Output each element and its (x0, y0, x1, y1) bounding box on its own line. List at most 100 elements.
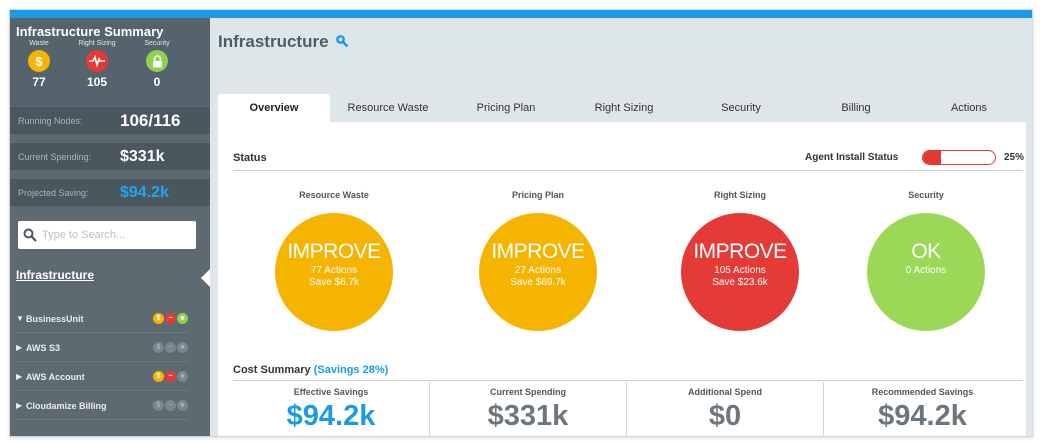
heartbeat-icon: ~ (165, 400, 176, 411)
gauge-actions: 77 Actions (310, 265, 358, 276)
cost-label: Recommended Savings (871, 387, 974, 397)
status-dots: $ ~ ■ (153, 371, 188, 382)
summary-right-sizing[interactable]: Right Sizing 105 (72, 39, 122, 89)
dollar-icon: $ (153, 400, 164, 411)
running-nodes-stat: Running Nodes: 106/116 (10, 107, 210, 134)
gauge-pricing-plan: Pricing Plan IMPROVE 27 Actions Save $69… (458, 190, 618, 331)
gauge-save: Save $69.7k (510, 277, 566, 288)
pricing-plan-bubble[interactable]: IMPROVE 27 Actions Save $69.7k (479, 213, 597, 331)
tree-item-label: AWS S3 (26, 342, 61, 353)
gauge-status: OK (911, 240, 941, 263)
gauge-save: Save $6.7k (308, 277, 360, 288)
heartbeat-icon (86, 50, 108, 72)
right-sizing-label: Right Sizing (78, 40, 116, 47)
gauge-resource-waste: Resource Waste IMPROVE 77 Actions Save $… (254, 190, 414, 331)
summary-security[interactable]: Security 0 (132, 39, 182, 89)
dollar-icon: $ (153, 313, 164, 324)
caret-down-icon[interactable]: ▼ (16, 314, 26, 323)
gauge-label: Resource Waste (299, 190, 369, 200)
running-nodes-value: 106/116 (120, 110, 181, 130)
tab-pricing-plan[interactable]: Pricing Plan (446, 94, 566, 122)
cost-label: Effective Savings (293, 387, 369, 397)
page-title-text: Infrastructure (218, 32, 329, 51)
search-icon (18, 228, 42, 242)
cost-current-spending: Current Spending $331k (430, 382, 627, 436)
tree-item-businessunit[interactable]: ▼ BusinessUnit $ ~ ■ (16, 305, 188, 333)
main-content: Infrastructure Overview Resource Waste P… (210, 18, 1032, 436)
divider (233, 170, 1023, 171)
cost-value: $331k (487, 400, 569, 432)
tab-bar: Overview Resource Waste Pricing Plan Rig… (218, 94, 1026, 122)
agent-install-progress-bar (922, 150, 996, 165)
gauge-label: Pricing Plan (511, 190, 564, 200)
waste-label: Waste (29, 40, 49, 47)
tree-item-label: AWS Account (26, 371, 85, 382)
top-accent-bar (10, 10, 1032, 18)
current-spending-value: $331k (120, 147, 165, 165)
cost-value: $0 (708, 400, 742, 432)
waste-count: 77 (32, 75, 46, 89)
resource-waste-bubble[interactable]: IMPROVE 77 Actions Save $6.7k (275, 213, 393, 331)
gauge-actions: 0 Actions (905, 265, 947, 276)
cost-effective-savings: Effective Savings $94.2k (233, 382, 430, 436)
caret-right-icon[interactable]: ▶ (16, 372, 26, 381)
gauge-status: IMPROVE (693, 240, 787, 263)
lock-icon: ■ (177, 400, 188, 411)
cost-value: $94.2k (878, 400, 967, 432)
tree-item-label: Cloudamize Billing (26, 400, 107, 411)
summary-waste[interactable]: Waste $ 77 (14, 39, 64, 89)
lock-icon: ■ (177, 313, 188, 324)
tab-actions[interactable]: Actions (912, 94, 1026, 122)
cost-value: $94.2k (286, 400, 376, 432)
right-sizing-count: 105 (86, 75, 108, 89)
cost-summary-title: Cost Summary (233, 364, 311, 376)
heartbeat-icon: ~ (165, 313, 176, 324)
search-input[interactable] (42, 229, 187, 241)
security-bubble[interactable]: OK 0 Actions (867, 213, 985, 331)
agent-install-percent: 25% (1004, 152, 1025, 163)
active-nav-pointer (201, 269, 210, 287)
gauge-label: Security (908, 190, 944, 200)
security-count: 0 (153, 75, 161, 89)
agent-install-status-label: Agent Install Status (805, 152, 899, 163)
dollar-icon: $ (28, 50, 50, 72)
tree-item-aws-account[interactable]: ▶ AWS Account $ ~ ■ (16, 363, 188, 391)
status-dots: $ ~ ■ (153, 342, 188, 353)
tab-resource-waste[interactable]: Resource Waste (330, 94, 446, 122)
gauge-actions: 105 Actions (714, 265, 766, 276)
caret-right-icon[interactable]: ▶ (16, 401, 26, 410)
cost-summary-heading: Cost Summary (Savings 28%) (233, 364, 388, 376)
cost-label: Current Spending (490, 387, 566, 397)
settings-icon[interactable] (335, 33, 349, 53)
heartbeat-icon: ~ (165, 371, 176, 382)
cost-label: Additional Spend (688, 387, 762, 397)
sidebar: Infrastructure Summary Waste $ 77 Right … (10, 18, 210, 436)
gauge-status: IMPROVE (287, 240, 381, 263)
infrastructure-nav-link[interactable]: Infrastructure (16, 268, 94, 282)
lock-icon: ■ (177, 342, 188, 353)
gauge-actions: 27 Actions (514, 265, 562, 276)
tab-billing[interactable]: Billing (800, 94, 912, 122)
tab-overview[interactable]: Overview (218, 94, 330, 122)
infrastructure-summary: Infrastructure Summary Waste $ 77 Right … (10, 18, 210, 106)
running-nodes-label: Running Nodes: (18, 115, 83, 126)
page-title: Infrastructure (218, 32, 349, 53)
security-label: Security (144, 40, 170, 47)
right-sizing-bubble[interactable]: IMPROVE 105 Actions Save $23.6k (681, 213, 799, 331)
status-dots: $ ~ ■ (153, 400, 188, 411)
agent-install-progress-fill (923, 151, 941, 164)
dollar-icon: $ (153, 342, 164, 353)
gauge-security: Security OK 0 Actions (846, 190, 1006, 331)
gauge-status: IMPROVE (491, 240, 585, 263)
gauge-label: Right Sizing (714, 190, 766, 200)
tab-security[interactable]: Security (682, 94, 800, 122)
tab-right-sizing[interactable]: Right Sizing (566, 94, 682, 122)
tree-item-cloudamize-billing[interactable]: ▶ Cloudamize Billing $ ~ ■ (16, 392, 188, 420)
current-spending-label: Current Spending: (18, 151, 92, 162)
projected-saving-value: $94.2k (120, 183, 169, 201)
savings-percent: (Savings 28%) (313, 364, 389, 376)
tree-item-aws-s3[interactable]: ▶ AWS S3 $ ~ ■ (16, 334, 188, 362)
current-spending-stat: Current Spending: $331k (10, 143, 210, 170)
caret-right-icon[interactable]: ▶ (16, 343, 26, 352)
gauge-save: Save $23.6k (712, 277, 768, 288)
